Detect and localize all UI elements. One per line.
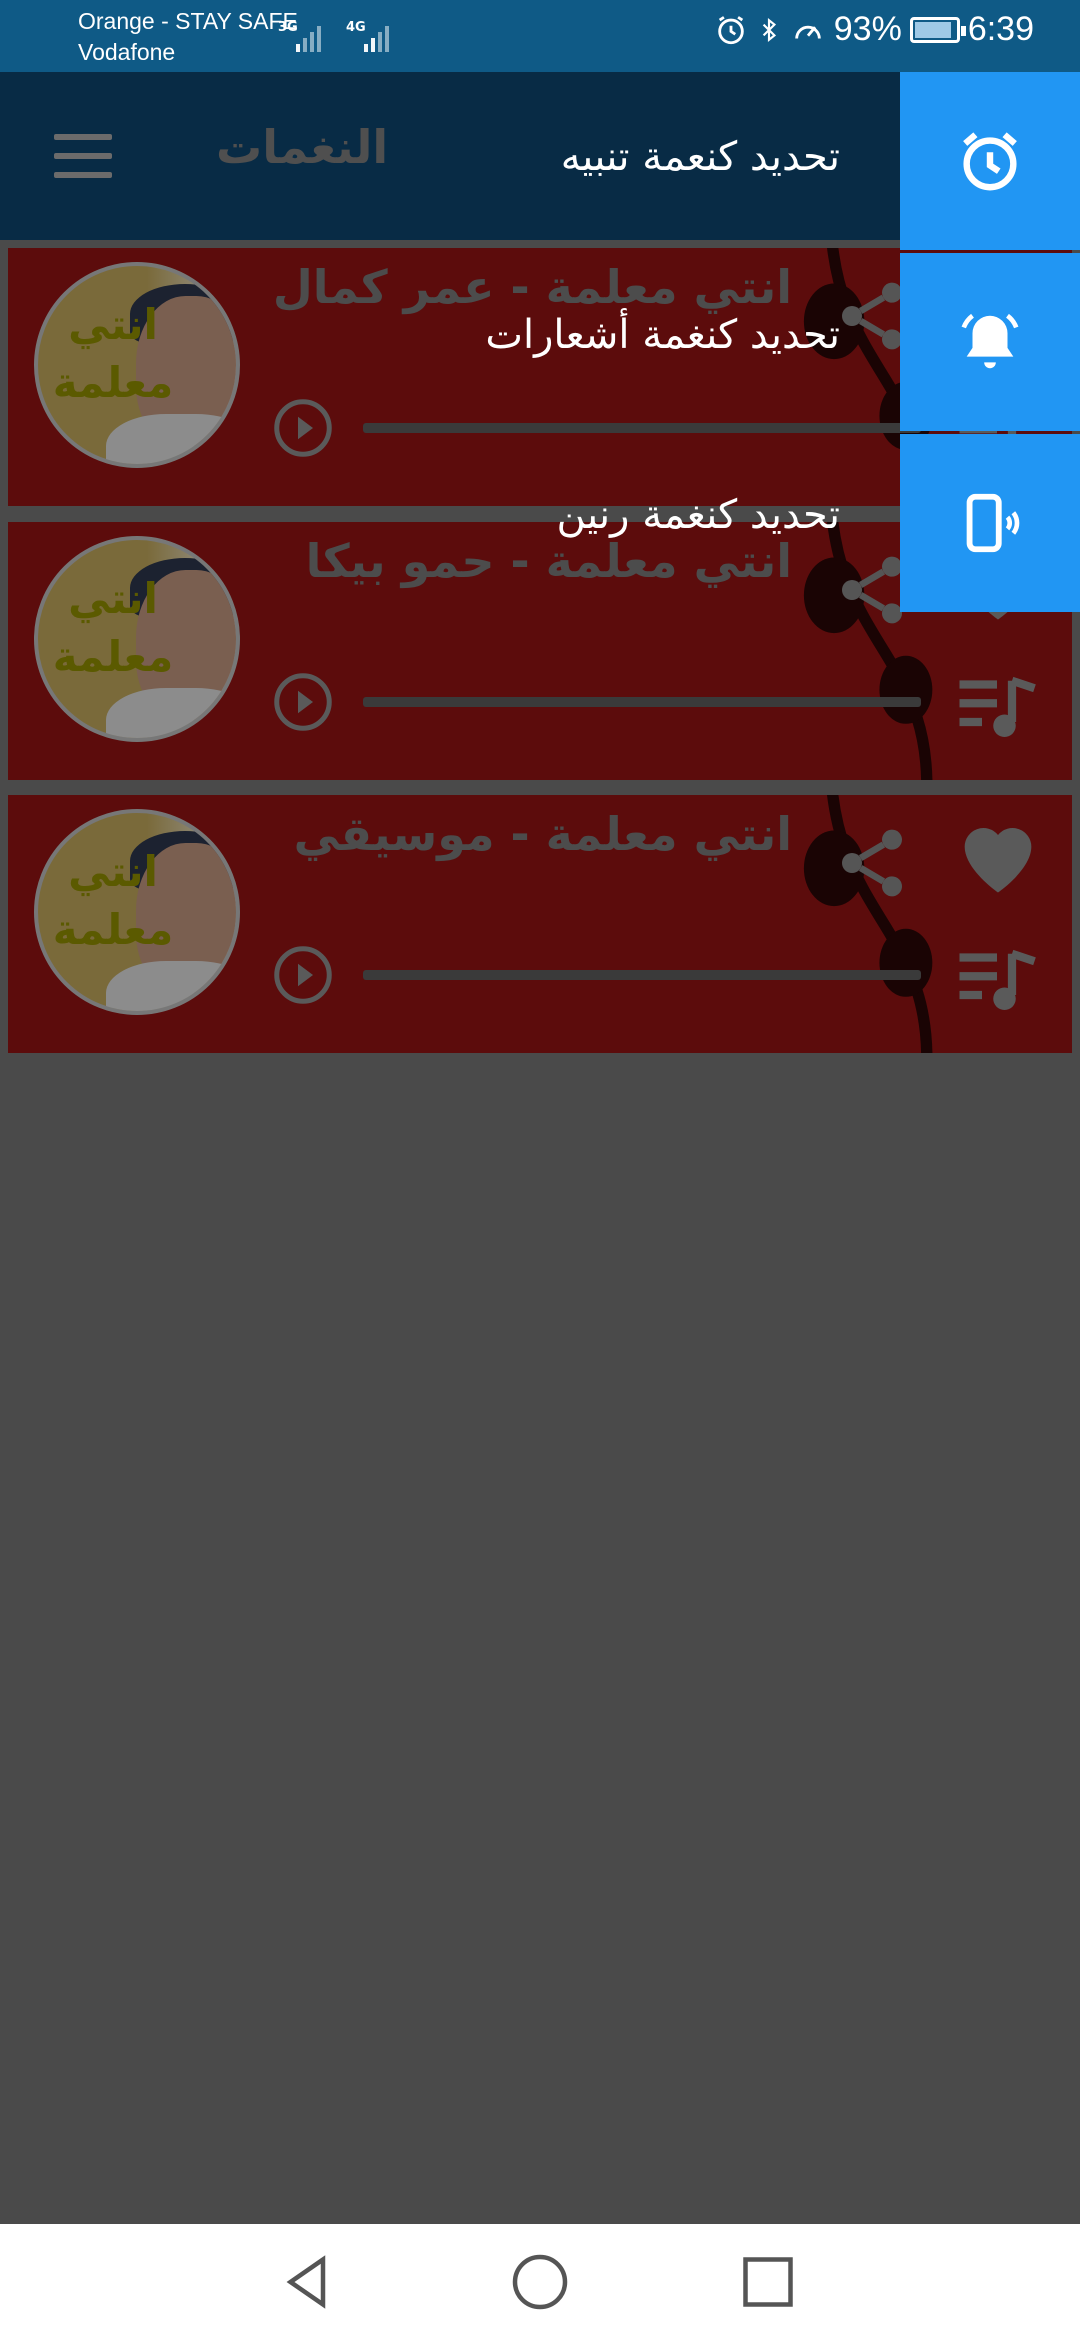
- set-as-ringtone-button[interactable]: [900, 434, 1080, 612]
- seek-bar[interactable]: [363, 697, 921, 707]
- carrier-info: Orange - STAY SAFE Vodafone: [78, 6, 298, 68]
- back-icon[interactable]: [278, 2252, 338, 2312]
- share-icon[interactable]: [832, 813, 912, 913]
- clock: 6:39: [967, 10, 1034, 48]
- carrier-2: Vodafone: [78, 39, 176, 65]
- set-as-ringtone-label[interactable]: تحديد كنغمة رنين: [557, 492, 840, 538]
- bell-icon: [961, 313, 1019, 369]
- bluetooth-icon: [762, 17, 776, 42]
- battery-percent: 93%: [833, 10, 902, 48]
- page-title: النغمات: [216, 120, 389, 174]
- carrier-1: Orange - STAY SAFE: [78, 8, 298, 34]
- seek-bar[interactable]: [363, 423, 921, 433]
- phone-vibrate-icon: [966, 493, 1020, 553]
- track-thumbnail: انتي معلمة: [34, 809, 240, 1015]
- track-thumbnail: انتي معلمة: [34, 536, 240, 742]
- track-title: انتي معلمة - حمو بيكا: [305, 534, 792, 588]
- set-as-alarm-button[interactable]: [900, 72, 1080, 250]
- track-title: انتي معلمة - عمر كمال: [272, 260, 792, 314]
- speed-icon: [795, 25, 821, 39]
- home-icon[interactable]: [510, 2252, 570, 2312]
- play-icon[interactable]: [273, 672, 333, 732]
- playlist-music-icon[interactable]: [952, 945, 1042, 1015]
- track-card[interactable]: انتي معلمة انتي معلمة - موسيقي: [8, 795, 1072, 1053]
- set-as-notification-button[interactable]: [900, 253, 1080, 431]
- play-icon[interactable]: [273, 398, 333, 458]
- signal-4g-icon: 4G: [346, 16, 398, 52]
- status-right: 93% 6:39: [714, 10, 1034, 49]
- track-thumbnail: انتي معلمة: [34, 262, 240, 468]
- play-icon[interactable]: [273, 945, 333, 1005]
- system-nav-bar: [0, 2224, 1080, 2340]
- battery-icon: [909, 16, 966, 43]
- set-as-alarm-label[interactable]: تحديد كنعمة تنبيه: [561, 134, 840, 180]
- status-bar: Orange - STAY SAFE Vodafone 3G 4G 93% 6:…: [0, 0, 1080, 72]
- signal-indicators: 3G 4G: [278, 16, 398, 52]
- track-title: انتي معلمة - موسيقي: [293, 807, 792, 861]
- set-as-fab-menu: [900, 72, 1080, 612]
- signal-3g-icon: 3G: [278, 16, 330, 52]
- alarm-icon: [718, 15, 744, 44]
- recents-icon[interactable]: [738, 2252, 798, 2312]
- set-as-notification-label[interactable]: تحديد كنغمة أشعارات: [485, 312, 840, 358]
- hamburger-icon[interactable]: [54, 134, 112, 178]
- playlist-music-icon[interactable]: [952, 672, 1042, 742]
- alarm-clock-icon: [963, 132, 1017, 191]
- seek-bar[interactable]: [363, 970, 921, 980]
- favorite-heart-icon[interactable]: [942, 805, 1054, 905]
